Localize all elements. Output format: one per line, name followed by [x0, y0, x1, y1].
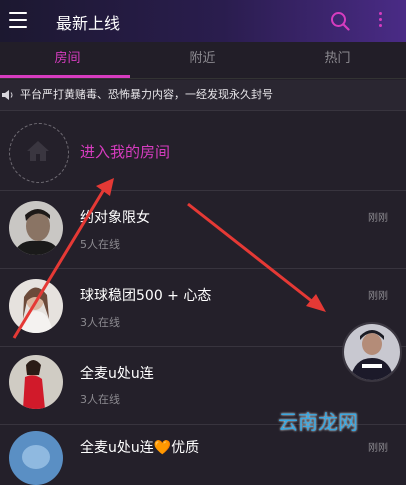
app-bar: 最新上线	[0, 0, 406, 42]
room-title: 球球稳团500 + 心态	[80, 288, 212, 304]
room-time: 刚刚	[368, 443, 388, 454]
home-icon	[27, 141, 49, 161]
room-online-count: 3人在线	[80, 393, 120, 406]
notice-text: 平台严打黄赌毒、恐怖暴力内容，一经发现永久封号	[20, 88, 273, 101]
room-avatar	[9, 355, 63, 409]
page-title: 最新上线	[56, 14, 121, 33]
tab-bar: 房间 附近 热门	[0, 42, 406, 79]
notice-bar: 平台严打黄赌毒、恐怖暴力内容，一经发现永久封号	[0, 80, 406, 111]
room-title: 约对象限女	[80, 210, 150, 226]
menu-icon[interactable]	[9, 12, 27, 28]
floating-room-avatar[interactable]	[342, 322, 402, 382]
more-vert-icon[interactable]	[376, 12, 384, 30]
room-list-item[interactable]: 球球稳团500 + 心态 3人在线 刚刚	[0, 269, 406, 347]
my-room-entry[interactable]: 进入我的房间	[0, 111, 406, 191]
active-tab-indicator	[0, 75, 130, 78]
room-title: 全麦u处u连🧡优质	[80, 440, 200, 456]
tab-nearby[interactable]: 附近	[135, 42, 270, 78]
tab-rooms[interactable]: 房间	[0, 42, 135, 78]
room-online-count: 3人在线	[80, 316, 120, 329]
room-avatar	[9, 279, 63, 333]
watermark: 云南龙网	[278, 410, 358, 434]
my-room-label: 进入我的房间	[80, 143, 171, 161]
room-list-item[interactable]: 约对象限女 5人在线 刚刚	[0, 191, 406, 269]
room-avatar	[9, 201, 63, 255]
room-time: 刚刚	[368, 213, 388, 224]
room-time: 刚刚	[368, 291, 388, 302]
speaker-icon	[2, 90, 13, 100]
room-title: 全麦u处u连	[80, 366, 154, 382]
search-icon[interactable]	[330, 11, 350, 31]
tab-hot[interactable]: 热门	[270, 42, 405, 78]
room-online-count: 5人在线	[80, 238, 120, 251]
room-avatar	[9, 431, 63, 485]
